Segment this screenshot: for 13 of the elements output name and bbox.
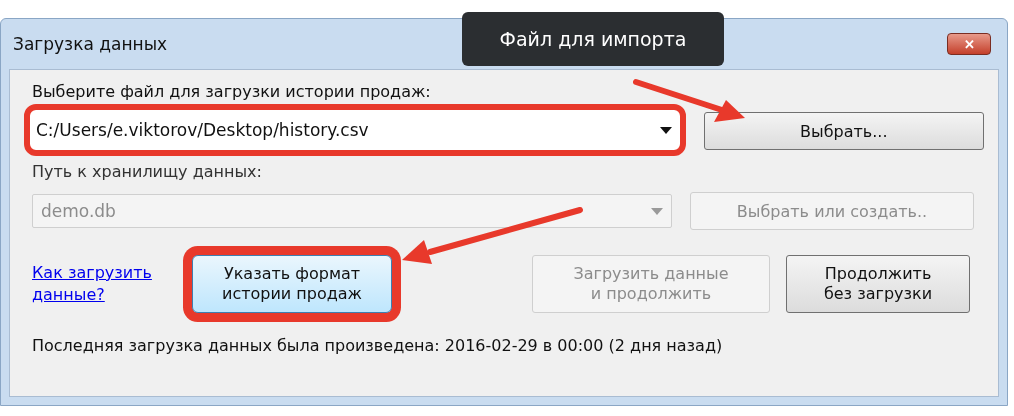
arrow-icon [402, 207, 583, 264]
field-label: Путь к хранилищу данных: [32, 162, 262, 183]
caret-icon [651, 207, 663, 215]
browse-button[interactable]: Выбрать... [703, 112, 984, 150]
status-text: Последняя загрузка данных была произведена: 2016-02-29 в 00:00 (2 дня назад) [32, 336, 724, 355]
help-link[interactable]: Как загрузить данные? [32, 262, 178, 306]
caret-icon [659, 126, 672, 134]
action-button[interactable]: Продолжить без загрузки [786, 255, 970, 313]
field-label: Выберите файл для загрузки истории продаж: [32, 82, 431, 103]
tooltip: Файл для импорта [462, 12, 724, 66]
path-dropdown[interactable]: C:/Users/e.viktorov/Desktop/history.csv [24, 104, 686, 156]
arrow-icon [633, 79, 745, 122]
window-title: Загрузка данных [12, 34, 168, 54]
